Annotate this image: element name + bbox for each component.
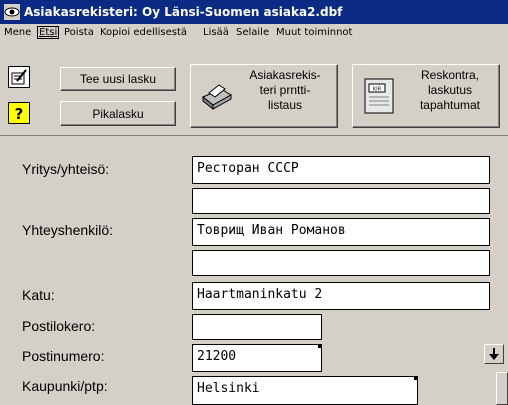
field-corner-marker [318,345,321,348]
app-eye-icon[interactable] [4,4,20,20]
postal-lookup-button[interactable] [484,344,504,364]
ledger-book-icon: KIR [364,78,394,114]
menu-poista[interactable]: Poista [64,27,94,38]
field-corner-marker [414,377,417,380]
postal-field[interactable]: 21200 [192,344,322,372]
edit-document-icon[interactable] [8,66,30,88]
title-bar: Asiakasrekisteri: Oy Länsi-Suomen asiaka… [0,0,508,24]
street-field[interactable]: Haartmaninkatu 2 [192,282,490,310]
ledger-line3: tapahtumat [419,98,481,112]
menu-muut-toiminnot[interactable]: Muut toiminnot [276,27,352,38]
ledger-button[interactable]: KIR Reskontra, laskutus tapahtumat [352,64,500,128]
city-value: Helsinki [197,381,260,396]
new-invoice-label: Tee uusi lasku [79,72,157,86]
customer-print-line2: teri prntti- [259,83,311,97]
toolbar: ? Tee uusi lasku Pikalasku Asiakasrekis-… [0,43,508,136]
street-label: Katu: [22,287,55,303]
pobox-field[interactable] [192,314,322,340]
ledger-icon-text: KIR [373,87,382,93]
side-button-partial[interactable] [496,372,508,405]
contact-field[interactable]: Товрищ Иван Романов [192,218,490,246]
arrow-down-icon [489,348,499,360]
window-title: Asiakasrekisteri: Oy Länsi-Suomen asiaka… [24,5,343,19]
company-field[interactable]: Ресторан СССР [192,156,490,184]
quick-invoice-label: Pikalasku [92,107,144,121]
company-field-2[interactable] [192,188,490,214]
customer-print-button[interactable]: Asiakasrekis- teri prntti- listaus [190,64,338,128]
menu-lisaa[interactable]: Lisää [203,27,229,38]
menu-mene[interactable]: Mene [4,27,31,38]
company-label: Yritys/yhteisö: [22,161,110,177]
help-icon[interactable]: ? [8,102,30,124]
postal-value: 21200 [197,349,237,364]
ledger-line2: laskutus [427,83,473,97]
contact-label: Yhteyshenkilö: [22,222,114,238]
menu-etsi[interactable]: Etsi [37,26,60,39]
customer-print-line3: listaus [267,98,302,112]
ledger-line1: Reskontra, [420,68,480,82]
customer-print-line1: Asiakasrekis- [249,68,321,82]
svg-text:?: ? [15,105,24,123]
contact-field-2[interactable] [192,250,490,276]
menu-kopioi-edellisesta[interactable]: Kopioi edellisestä [100,27,187,38]
city-field[interactable]: Helsinki [192,376,418,405]
menu-selaile[interactable]: Selaile [236,27,269,38]
new-invoice-button[interactable]: Tee uusi lasku [60,67,176,91]
pobox-label: Postilokero: [22,318,96,334]
printer-icon [202,84,232,111]
quick-invoice-button[interactable]: Pikalasku [60,101,176,126]
postal-label: Postinumero: [22,348,105,364]
menu-bar: Mene Etsi Poista Kopioi edellisestä Lisä… [0,24,508,43]
city-label: Kaupunki/ptp: [22,378,108,394]
